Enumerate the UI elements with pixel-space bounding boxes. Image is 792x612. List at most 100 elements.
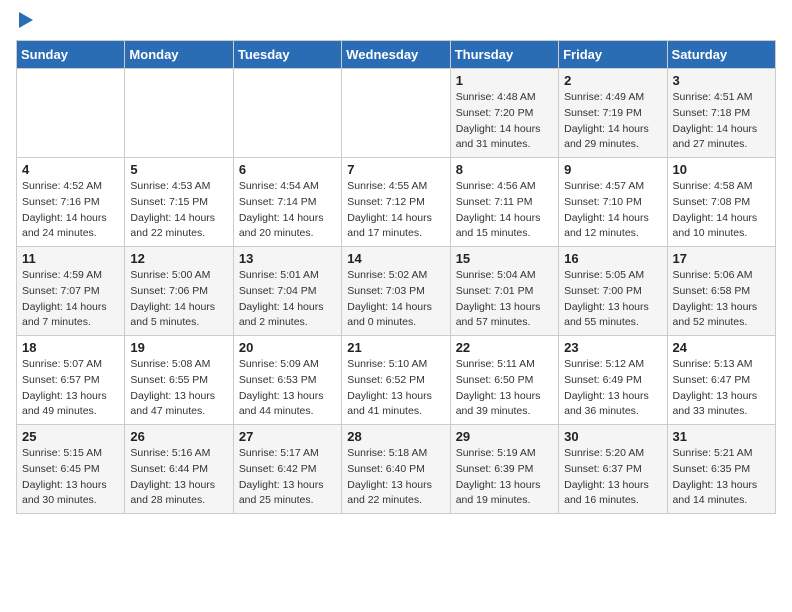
calendar-cell: 2 Sunrise: 4:49 AM Sunset: 7:19 PM Daylig…	[559, 69, 667, 158]
day-number: 31	[673, 429, 770, 444]
calendar-week-row: 11 Sunrise: 4:59 AM Sunset: 7:07 PM Dayli…	[17, 247, 776, 336]
day-number: 22	[456, 340, 553, 355]
day-number: 15	[456, 251, 553, 266]
day-number: 13	[239, 251, 336, 266]
calendar-cell: 25 Sunrise: 5:15 AM Sunset: 6:45 PM Dayli…	[17, 425, 125, 514]
day-info: Sunrise: 4:59 AM Sunset: 7:07 PM Dayligh…	[22, 268, 119, 331]
day-number: 16	[564, 251, 661, 266]
calendar-header-row: SundayMondayTuesdayWednesdayThursdayFrid…	[17, 41, 776, 69]
day-info: Sunrise: 5:16 AM Sunset: 6:44 PM Dayligh…	[130, 446, 227, 509]
day-number: 9	[564, 162, 661, 177]
day-info: Sunrise: 4:58 AM Sunset: 7:08 PM Dayligh…	[673, 179, 770, 242]
day-info: Sunrise: 4:55 AM Sunset: 7:12 PM Dayligh…	[347, 179, 444, 242]
day-number: 10	[673, 162, 770, 177]
day-number: 26	[130, 429, 227, 444]
day-info: Sunrise: 5:08 AM Sunset: 6:55 PM Dayligh…	[130, 357, 227, 420]
day-number: 30	[564, 429, 661, 444]
day-number: 27	[239, 429, 336, 444]
calendar-cell: 19 Sunrise: 5:08 AM Sunset: 6:55 PM Dayli…	[125, 336, 233, 425]
calendar-cell: 26 Sunrise: 5:16 AM Sunset: 6:44 PM Dayli…	[125, 425, 233, 514]
calendar-week-row: 1 Sunrise: 4:48 AM Sunset: 7:20 PM Daylig…	[17, 69, 776, 158]
calendar-cell: 29 Sunrise: 5:19 AM Sunset: 6:39 PM Dayli…	[450, 425, 558, 514]
calendar-cell: 24Sunrise: 5:13 AM Sunset: 6:47 PM Dayli…	[667, 336, 775, 425]
day-info: Sunrise: 5:07 AM Sunset: 6:57 PM Dayligh…	[22, 357, 119, 420]
day-number: 20	[239, 340, 336, 355]
day-number: 2	[564, 73, 661, 88]
day-number: 4	[22, 162, 119, 177]
calendar-cell: 1 Sunrise: 4:48 AM Sunset: 7:20 PM Daylig…	[450, 69, 558, 158]
weekday-header: Sunday	[17, 41, 125, 69]
day-number: 24	[673, 340, 770, 355]
calendar-week-row: 18 Sunrise: 5:07 AM Sunset: 6:57 PM Dayli…	[17, 336, 776, 425]
day-info: Sunrise: 5:20 AM Sunset: 6:37 PM Dayligh…	[564, 446, 661, 509]
day-info: Sunrise: 5:02 AM Sunset: 7:03 PM Dayligh…	[347, 268, 444, 331]
calendar-cell	[342, 69, 450, 158]
calendar-cell: 28Sunrise: 5:18 AM Sunset: 6:40 PM Dayli…	[342, 425, 450, 514]
day-number: 18	[22, 340, 119, 355]
calendar-cell: 9 Sunrise: 4:57 AM Sunset: 7:10 PM Daylig…	[559, 158, 667, 247]
calendar-table: SundayMondayTuesdayWednesdayThursdayFrid…	[16, 40, 776, 514]
calendar-cell	[17, 69, 125, 158]
calendar-cell: 6 Sunrise: 4:54 AM Sunset: 7:14 PM Daylig…	[233, 158, 341, 247]
day-info: Sunrise: 5:09 AM Sunset: 6:53 PM Dayligh…	[239, 357, 336, 420]
day-number: 29	[456, 429, 553, 444]
weekday-header: Tuesday	[233, 41, 341, 69]
calendar-cell: 8Sunrise: 4:56 AM Sunset: 7:11 PM Daylig…	[450, 158, 558, 247]
day-info: Sunrise: 4:53 AM Sunset: 7:15 PM Dayligh…	[130, 179, 227, 242]
day-number: 28	[347, 429, 444, 444]
calendar-cell: 20 Sunrise: 5:09 AM Sunset: 6:53 PM Dayli…	[233, 336, 341, 425]
calendar-cell: 27 Sunrise: 5:17 AM Sunset: 6:42 PM Dayli…	[233, 425, 341, 514]
weekday-header: Saturday	[667, 41, 775, 69]
day-number: 19	[130, 340, 227, 355]
calendar-cell: 12Sunrise: 5:00 AM Sunset: 7:06 PM Dayli…	[125, 247, 233, 336]
day-number: 11	[22, 251, 119, 266]
day-info: Sunrise: 4:48 AM Sunset: 7:20 PM Dayligh…	[456, 90, 553, 153]
calendar-cell: 21 Sunrise: 5:10 AM Sunset: 6:52 PM Dayli…	[342, 336, 450, 425]
day-info: Sunrise: 4:49 AM Sunset: 7:19 PM Dayligh…	[564, 90, 661, 153]
weekday-header: Thursday	[450, 41, 558, 69]
day-info: Sunrise: 4:54 AM Sunset: 7:14 PM Dayligh…	[239, 179, 336, 242]
calendar-cell	[125, 69, 233, 158]
page-header	[16, 16, 776, 28]
day-info: Sunrise: 5:19 AM Sunset: 6:39 PM Dayligh…	[456, 446, 553, 509]
calendar-cell: 17 Sunrise: 5:06 AM Sunset: 6:58 PM Dayli…	[667, 247, 775, 336]
day-info: Sunrise: 5:11 AM Sunset: 6:50 PM Dayligh…	[456, 357, 553, 420]
calendar-cell: 18 Sunrise: 5:07 AM Sunset: 6:57 PM Dayli…	[17, 336, 125, 425]
day-info: Sunrise: 5:12 AM Sunset: 6:49 PM Dayligh…	[564, 357, 661, 420]
calendar-cell: 15Sunrise: 5:04 AM Sunset: 7:01 PM Dayli…	[450, 247, 558, 336]
calendar-cell	[233, 69, 341, 158]
logo	[16, 16, 33, 28]
day-number: 25	[22, 429, 119, 444]
calendar-cell: 23 Sunrise: 5:12 AM Sunset: 6:49 PM Dayli…	[559, 336, 667, 425]
day-info: Sunrise: 5:01 AM Sunset: 7:04 PM Dayligh…	[239, 268, 336, 331]
calendar-week-row: 4 Sunrise: 4:52 AM Sunset: 7:16 PM Daylig…	[17, 158, 776, 247]
day-number: 14	[347, 251, 444, 266]
day-number: 3	[673, 73, 770, 88]
day-number: 8	[456, 162, 553, 177]
calendar-cell: 11 Sunrise: 4:59 AM Sunset: 7:07 PM Dayli…	[17, 247, 125, 336]
calendar-cell: 30 Sunrise: 5:20 AM Sunset: 6:37 PM Dayli…	[559, 425, 667, 514]
day-info: Sunrise: 5:10 AM Sunset: 6:52 PM Dayligh…	[347, 357, 444, 420]
weekday-header: Monday	[125, 41, 233, 69]
weekday-header: Wednesday	[342, 41, 450, 69]
calendar-cell: 16Sunrise: 5:05 AM Sunset: 7:00 PM Dayli…	[559, 247, 667, 336]
day-info: Sunrise: 5:15 AM Sunset: 6:45 PM Dayligh…	[22, 446, 119, 509]
logo-arrow-icon	[19, 12, 33, 28]
day-number: 1	[456, 73, 553, 88]
calendar-cell: 3Sunrise: 4:51 AM Sunset: 7:18 PM Daylig…	[667, 69, 775, 158]
day-info: Sunrise: 4:52 AM Sunset: 7:16 PM Dayligh…	[22, 179, 119, 242]
day-number: 21	[347, 340, 444, 355]
day-info: Sunrise: 5:17 AM Sunset: 6:42 PM Dayligh…	[239, 446, 336, 509]
day-info: Sunrise: 4:57 AM Sunset: 7:10 PM Dayligh…	[564, 179, 661, 242]
calendar-week-row: 25 Sunrise: 5:15 AM Sunset: 6:45 PM Dayli…	[17, 425, 776, 514]
day-info: Sunrise: 5:06 AM Sunset: 6:58 PM Dayligh…	[673, 268, 770, 331]
day-number: 7	[347, 162, 444, 177]
day-number: 17	[673, 251, 770, 266]
calendar-cell: 31 Sunrise: 5:21 AM Sunset: 6:35 PM Dayli…	[667, 425, 775, 514]
day-number: 12	[130, 251, 227, 266]
day-number: 23	[564, 340, 661, 355]
day-number: 6	[239, 162, 336, 177]
calendar-cell: 7 Sunrise: 4:55 AM Sunset: 7:12 PM Daylig…	[342, 158, 450, 247]
day-number: 5	[130, 162, 227, 177]
day-info: Sunrise: 5:21 AM Sunset: 6:35 PM Dayligh…	[673, 446, 770, 509]
